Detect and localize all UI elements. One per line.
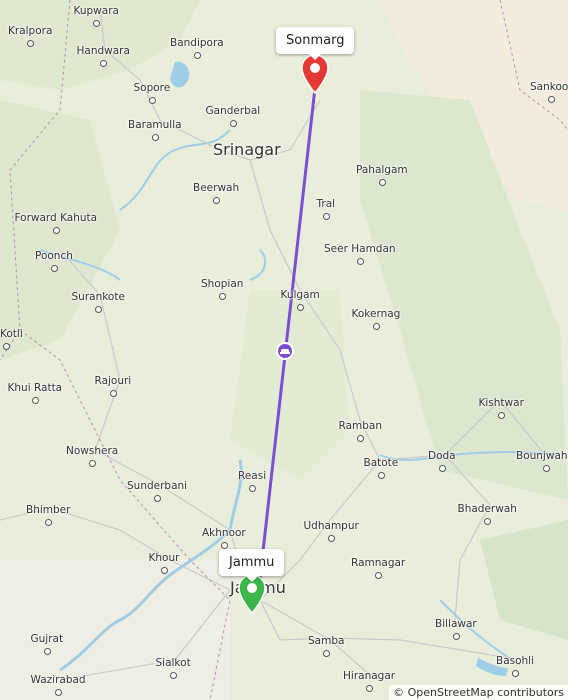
place-label-basohli[interactable]: Basohli [496,655,534,667]
place-label-kokernag[interactable]: Kokernag [352,308,401,320]
origin-callout[interactable]: Jammu [219,549,285,582]
place-dot-tral [323,213,330,220]
place-dot-udhampur [328,535,335,542]
place-label-batote[interactable]: Batote [364,457,399,469]
place-label-rajouri[interactable]: Rajouri [95,375,132,387]
destination-callout[interactable]: Sonmarg [276,27,355,60]
place-dot-samba [323,650,330,657]
place-dot-shopian [219,293,226,300]
place-label-nowshera[interactable]: Nowshera [66,445,118,457]
place-label-sopore[interactable]: Sopore [134,82,171,94]
destination-pin-icon[interactable] [301,55,329,95]
place-label-handwara[interactable]: Handwara [77,45,130,57]
place-dot-doda [439,465,446,472]
place-dot-kulgam [297,304,304,311]
place-label-sialkot[interactable]: Sialkot [156,657,191,669]
place-dot-wazirabad [55,689,62,696]
place-dot-kishtwar [498,412,505,419]
place-label-kupwara[interactable]: Kupwara [74,5,119,17]
place-label-sunderbani[interactable]: Sunderbani [127,480,187,492]
place-label-wazirabad[interactable]: Wazirabad [31,674,86,686]
place-dot-sunderbani [154,495,161,502]
place-dot-sialkot [170,672,177,679]
place-label-ramnagar[interactable]: Ramnagar [351,557,405,569]
place-label-hiranagar[interactable]: Hiranagar [343,670,395,682]
place-label-bandipora[interactable]: Bandipora [170,37,224,49]
place-label-udhampur[interactable]: Udhampur [304,520,359,532]
place-label-tral[interactable]: Tral [317,198,336,210]
place-dot-akhnoor [221,542,228,549]
place-dot-pahalgam [379,179,386,186]
place-dot-seer-hamdan [357,258,364,265]
place-label-samba[interactable]: Samba [308,635,344,647]
place-label-khour[interactable]: Khour [149,552,180,564]
place-dot-kokernag [373,323,380,330]
place-dot-ganderbal [230,120,237,127]
place-dot-hiranagar [366,685,373,692]
place-label-poonch[interactable]: Poonch [35,250,73,262]
place-label-ramban[interactable]: Ramban [339,420,382,432]
destination-name: Sonmarg [286,33,345,48]
place-dot-bounjwah [543,465,550,472]
place-label-akhnoor[interactable]: Akhnoor [202,527,246,539]
place-dot-poonch [51,265,58,272]
place-label-forward-kahuta[interactable]: Forward Kahuta [15,212,98,224]
place-dot-ramnagar [375,572,382,579]
place-dot-sopore [149,97,156,104]
car-icon[interactable] [276,342,294,360]
place-dot-kotli [3,343,10,350]
place-label-ganderbal[interactable]: Ganderbal [206,105,261,117]
place-label-beerwah[interactable]: Beerwah [193,182,239,194]
place-dot-surankote [95,306,102,313]
place-dot-rajouri [110,390,117,397]
place-dot-ramban [357,435,364,442]
place-label-kralpora[interactable]: Kralpora [8,25,52,37]
place-dot-khui-ratta [32,397,39,404]
place-label-pahalgam[interactable]: Pahalgam [356,164,408,176]
place-dot-gujrat [44,648,51,655]
place-label-sankoo[interactable]: Sankoo [530,81,568,93]
place-label-kulgam[interactable]: Kulgam [281,289,320,301]
place-dot-bandipora [194,52,201,59]
city-label-srinagar[interactable]: Srinagar [213,140,281,159]
place-dot-kupwara [93,20,100,27]
place-label-surankote[interactable]: Surankote [72,291,125,303]
place-label-bounjwah[interactable]: Bounjwah [516,450,568,462]
origin-name: Jammu [229,555,275,570]
place-dot-beerwah [213,197,220,204]
place-label-seer-hamdan[interactable]: Seer Hamdan [324,243,396,255]
place-dot-billawar [453,633,460,640]
place-label-gujrat[interactable]: Gujrat [31,633,64,645]
place-label-kishtwar[interactable]: Kishtwar [479,397,524,409]
place-dot-kralpora [27,40,34,47]
place-label-bhimber[interactable]: Bhimber [26,504,70,516]
place-dot-khour [161,567,168,574]
place-dot-batote [378,472,385,479]
map-attribution[interactable]: © OpenStreetMap contributors [389,685,568,700]
place-dot-basohli [512,670,519,677]
place-label-kotli[interactable]: Kotli [0,328,23,340]
place-dot-forward-kahuta [53,227,60,234]
place-label-baramulla[interactable]: Baramulla [128,119,182,131]
place-dot-reasi [249,485,256,492]
place-label-shopian[interactable]: Shopian [201,278,243,290]
place-dot-bhimber [45,519,52,526]
place-label-doda[interactable]: Doda [428,450,456,462]
place-dot-baramulla [152,134,159,141]
place-label-reasi[interactable]: Reasi [238,470,266,482]
place-dot-bhaderwah [484,518,491,525]
place-label-bhaderwah[interactable]: Bhaderwah [458,503,517,515]
place-dot-nowshera [89,460,96,467]
place-label-billawar[interactable]: Billawar [435,618,477,630]
place-label-khui-ratta[interactable]: Khui Ratta [8,382,63,394]
place-dot-sankoo [548,96,555,103]
place-dot-handwara [100,60,107,67]
